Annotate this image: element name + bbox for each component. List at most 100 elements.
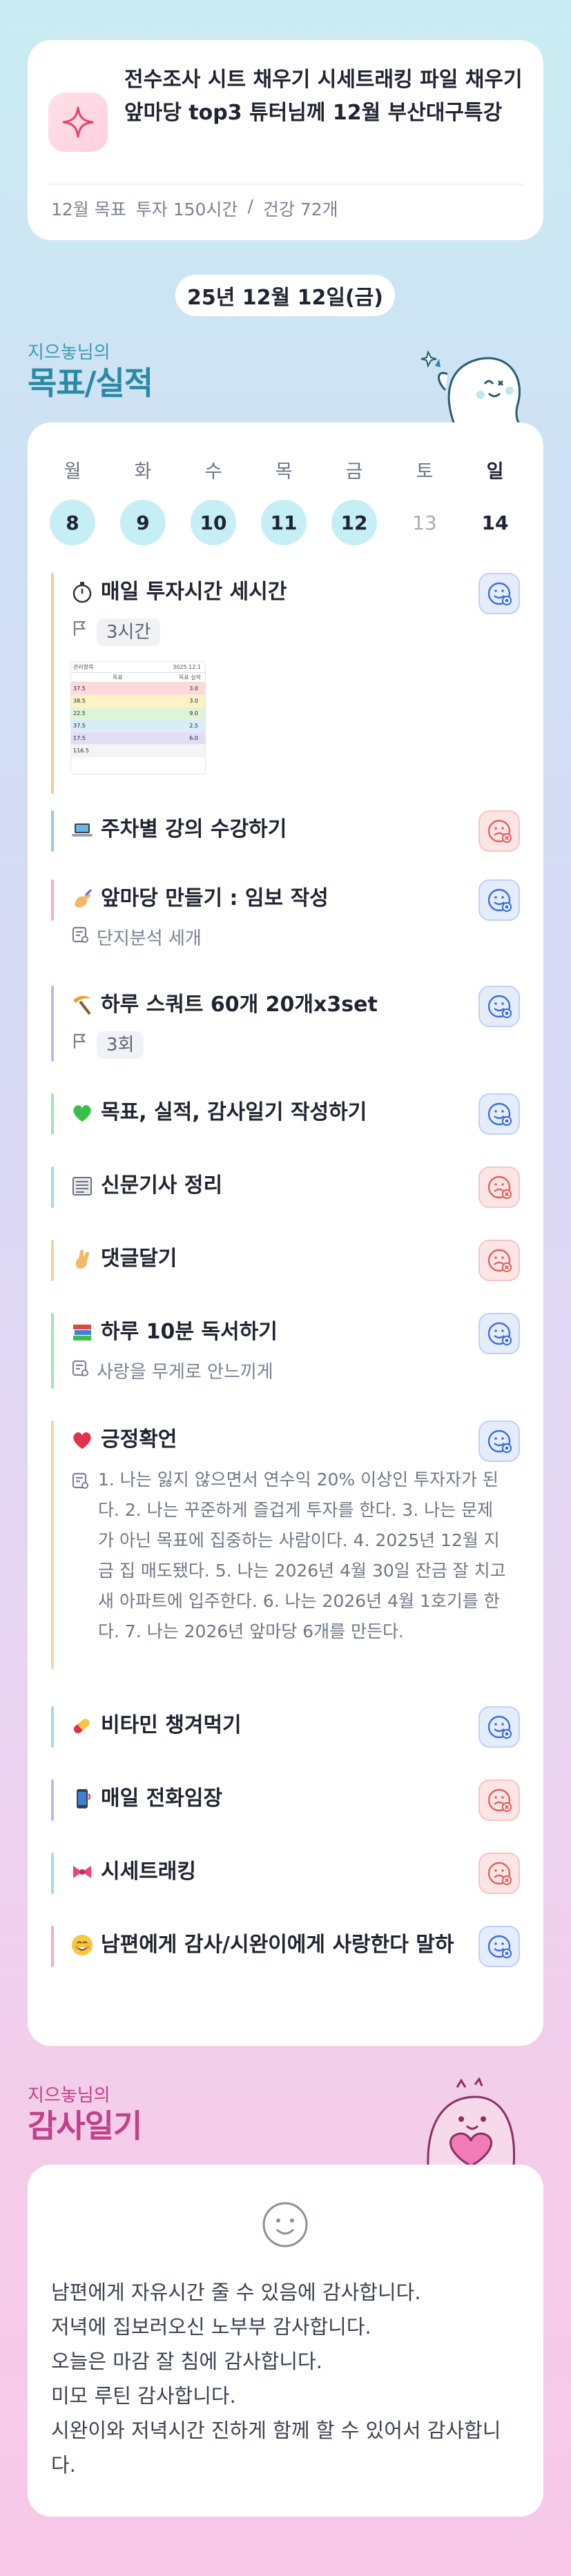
day-date[interactable]: 13 xyxy=(402,500,447,545)
task-item[interactable]: 긍정확언 1. 나는 잃지 않으면서 연수익 20% 이상인 투자자가 된다. 2… xyxy=(51,1421,520,1669)
task-item[interactable]: 남편에게 감사/시완이에게 사랑한다 말하 xyxy=(51,1926,520,1967)
task-item[interactable]: 하루 스쿼트 60개 20개x3set 3회 xyxy=(51,986,520,1062)
task-accent-bar xyxy=(51,1313,54,1389)
task-accent-bar xyxy=(51,1240,54,1281)
task-item[interactable]: 비타민 챙겨먹기 xyxy=(51,1706,520,1748)
task-accent-bar xyxy=(51,879,54,921)
task-title-text: 하루 10분 독서하기 xyxy=(101,1320,278,1344)
status-missed-button[interactable] xyxy=(478,1167,520,1208)
task-title: 하루 스쿼트 60개 20개x3set xyxy=(70,990,378,1020)
status-done-button[interactable] xyxy=(478,1421,520,1462)
status-missed-button[interactable] xyxy=(478,1853,520,1894)
divider xyxy=(48,184,523,185)
status-missed-button[interactable] xyxy=(478,1779,520,1821)
task-memo: 3회 xyxy=(70,1031,144,1059)
task-title: 긍정확언 xyxy=(70,1425,177,1455)
status-missed-button[interactable] xyxy=(478,810,520,852)
task-title-text: 긍정확언 xyxy=(101,1427,177,1452)
day-date[interactable]: 14 xyxy=(472,500,518,545)
task-item[interactable]: 주차별 강의 수강하기 xyxy=(51,810,520,852)
fingers-crossed-icon xyxy=(70,1247,94,1271)
task-title: 매일 전화임장 xyxy=(70,1784,222,1814)
gratitude-line: 오늘은 마감 잘 침에 감사합니다. xyxy=(51,2350,322,2373)
newspaper-icon xyxy=(70,1174,94,1198)
task-accent-bar xyxy=(51,1421,54,1669)
day-date[interactable]: 12 xyxy=(331,500,377,545)
week-calendar: 월 8 화 9 수 10 목 11 금 12 토 13 일 14 xyxy=(48,457,523,547)
task-title: 주차별 강의 수강하기 xyxy=(70,814,287,845)
red-heart-icon xyxy=(70,1428,94,1452)
gratitude-text: 남편에게 자유시간 줄 수 있음에 감사합니다. 저녁에 집보러오신 노부부 감사… xyxy=(51,2275,520,2482)
spreadsheet-thumbnail[interactable]: 관리항목 3025.12.1 목표 목표 실적 37.5 3.0 38.5 3.0 22.5 9.… xyxy=(70,661,206,774)
status-done-button[interactable] xyxy=(478,1926,520,1967)
flag-icon xyxy=(70,618,90,646)
task-title: 댓글달기 xyxy=(70,1244,177,1274)
day-column[interactable]: 토 13 xyxy=(400,457,449,545)
status-done-button[interactable] xyxy=(478,879,520,921)
task-title: 신문기사 정리 xyxy=(70,1171,222,1201)
owner-name: 지으놓님의 xyxy=(28,2085,110,2106)
memo-text: 3회 xyxy=(97,1031,144,1059)
day-date[interactable]: 11 xyxy=(261,500,307,545)
pick-icon xyxy=(70,993,94,1017)
smiley-icon xyxy=(261,2201,309,2249)
task-item[interactable]: 신문기사 정리 xyxy=(51,1167,520,1208)
task-title: 앞마당 만들기 : 임보 작성 xyxy=(70,884,329,914)
gratitude-line: 남편에게 자유시간 줄 수 있음에 감사합니다. xyxy=(51,2281,421,2304)
task-note: 1. 나는 잃지 않으면서 연수익 20% 이상인 투자자가 된다. 2. 나는… xyxy=(70,1465,506,1647)
task-item[interactable]: 시세트래킹 xyxy=(51,1853,520,1894)
day-column[interactable]: 일 14 xyxy=(471,457,519,545)
monthly-goal-summary: 12월 목표 투자 150시간 / 건강 72개 xyxy=(51,196,338,221)
day-column[interactable]: 월8 xyxy=(48,457,97,545)
ribbon-icon xyxy=(70,1860,94,1884)
day-date[interactable]: 10 xyxy=(191,500,236,545)
task-item[interactable]: 매일 전화임장 xyxy=(51,1779,520,1821)
monthly-goal-card[interactable]: 전수조사 시트 채우기 시세트래킹 파일 채우기 앞마당 top3 튜터님께 1… xyxy=(28,40,543,240)
pill-icon xyxy=(70,1714,94,1737)
task-accent-bar xyxy=(51,986,54,1062)
mascot-heart-illustration xyxy=(407,2076,532,2167)
task-title: 하루 10분 독서하기 xyxy=(70,1317,278,1347)
day-date[interactable]: 8 xyxy=(50,500,95,545)
task-title-text: 목표, 실적, 감사일기 작성하기 xyxy=(101,1100,367,1124)
status-done-button[interactable] xyxy=(478,1706,520,1748)
status-done-button[interactable] xyxy=(478,986,520,1027)
laptop-icon xyxy=(70,818,94,841)
memo-text: 3시간 xyxy=(97,618,161,646)
task-accent-bar xyxy=(51,810,54,852)
note-icon xyxy=(70,925,90,953)
task-item[interactable]: 하루 10분 독서하기사랑을 무게로 안느끼게 xyxy=(51,1313,520,1389)
stopwatch-icon xyxy=(70,580,94,604)
goals-card: 월 8 화 9 수 10 목 11 금 12 토 13 일 14 매일 투자시간 세시간 3시간 관리항목 30… xyxy=(28,422,543,2046)
day-column[interactable]: 수 10 xyxy=(189,457,238,545)
day-date[interactable]: 9 xyxy=(120,500,166,545)
day-name: 금 xyxy=(345,461,363,482)
status-done-button[interactable] xyxy=(478,1093,520,1135)
task-title: 비타민 챙겨먹기 xyxy=(70,1710,242,1741)
mascot-illustration xyxy=(414,338,532,429)
owner-name: 지으놓님의 xyxy=(28,342,110,363)
status-missed-button[interactable] xyxy=(478,1240,520,1281)
section-title: 목표/실적 xyxy=(28,364,153,402)
note-icon xyxy=(70,1358,90,1386)
day-column[interactable]: 금 12 xyxy=(330,457,378,545)
phone-icon xyxy=(70,1787,94,1811)
task-item[interactable]: 매일 투자시간 세시간 3시간 관리항목 3025.12.1 목표 목표 실적 37.5 3.… xyxy=(51,573,520,794)
status-done-button[interactable] xyxy=(478,1313,520,1354)
day-name: 화 xyxy=(134,461,152,482)
task-item[interactable]: 댓글달기 xyxy=(51,1240,520,1281)
task-item[interactable]: 앞마당 만들기 : 임보 작성 단지분석 세개 xyxy=(51,879,520,949)
green-heart-icon xyxy=(70,1101,94,1124)
status-done-button[interactable] xyxy=(478,573,520,614)
investment-hours: 투자 150시간 xyxy=(135,199,238,219)
task-accent-bar xyxy=(51,1853,54,1894)
task-item[interactable]: 목표, 실적, 감사일기 작성하기 xyxy=(51,1093,520,1135)
task-title-text: 남편에게 감사/시완이에게 사랑한다 말하 xyxy=(101,1933,454,1957)
task-title: 시세트래킹 xyxy=(70,1857,196,1887)
day-column[interactable]: 목 11 xyxy=(260,457,308,545)
memo-text: 사랑을 무게로 안느끼게 xyxy=(97,1362,273,1383)
task-title-text: 앞마당 만들기 : 임보 작성 xyxy=(101,886,329,910)
day-name: 목 xyxy=(275,461,293,482)
task-memo: 사랑을 무게로 안느끼게 xyxy=(70,1358,273,1386)
day-column[interactable]: 화9 xyxy=(119,457,167,545)
